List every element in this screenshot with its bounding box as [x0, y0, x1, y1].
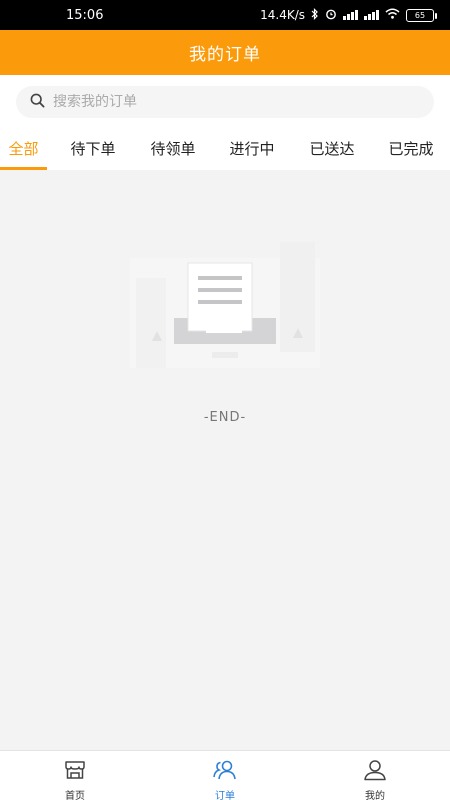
alarm-icon [325, 8, 337, 23]
tab-pending-order[interactable]: 待下单 [62, 127, 124, 170]
order-list: -END- [0, 170, 450, 750]
search-input[interactable] [53, 94, 393, 110]
bottom-nav: 首页 订单 我的 [0, 750, 450, 800]
search-icon [30, 93, 45, 112]
nav-orders[interactable]: 订单 [175, 751, 275, 800]
nav-home[interactable]: 首页 [25, 751, 125, 800]
users-icon [212, 759, 238, 785]
nav-profile-label: 我的 [365, 791, 385, 800]
search-area [0, 75, 450, 127]
bluetooth-icon [311, 7, 319, 23]
wifi-icon [385, 8, 400, 22]
tab-delivered[interactable]: 已送达 [301, 127, 363, 170]
list-end-text: -END- [203, 410, 247, 425]
tab-in-progress[interactable]: 进行中 [221, 127, 283, 170]
tab-completed[interactable]: 已完成 [380, 127, 442, 170]
nav-profile[interactable]: 我的 [325, 751, 425, 800]
status-bar: 15:06 14.4K/s 65 [0, 0, 450, 30]
app-header: 我的订单 [0, 30, 450, 75]
page-title: 我的订单 [189, 45, 261, 65]
network-speed: 14.4K/s [260, 8, 305, 22]
status-indicators: 14.4K/s 65 [260, 7, 437, 23]
order-tabs: 全部 待下单 待领单 进行中 已送达 已完成 [0, 127, 450, 170]
tab-all[interactable]: 全部 [0, 127, 47, 170]
battery-icon: 65 [406, 8, 437, 22]
empty-state-illustration [130, 238, 320, 382]
person-icon [363, 759, 387, 785]
nav-orders-label: 订单 [215, 791, 235, 800]
signal-icon [364, 10, 379, 20]
shop-icon [64, 759, 86, 785]
signal-icon [343, 10, 358, 20]
nav-home-label: 首页 [65, 791, 85, 800]
tab-pending-pickup[interactable]: 待领单 [142, 127, 204, 170]
search-box[interactable] [16, 86, 434, 118]
status-time: 15:06 [66, 7, 104, 23]
